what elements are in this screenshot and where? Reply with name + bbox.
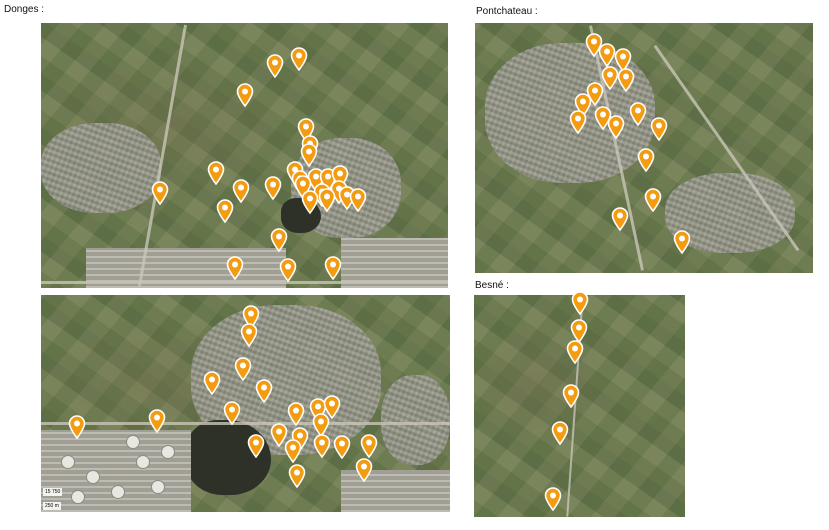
water-body xyxy=(281,198,321,233)
urban-area xyxy=(41,123,161,213)
scale-bar: 250 m xyxy=(43,502,61,510)
storage-tank xyxy=(111,485,125,499)
industrial-area xyxy=(341,470,450,512)
storage-tank xyxy=(151,480,165,494)
map-donges-detail[interactable]: 15 750 250 m xyxy=(41,295,450,512)
storage-tank xyxy=(71,490,85,504)
storage-tank xyxy=(136,455,150,469)
urban-area xyxy=(485,43,655,183)
scale-ratio: 15 750 xyxy=(43,488,63,496)
road xyxy=(41,422,450,425)
road xyxy=(566,295,584,517)
storage-tank xyxy=(161,445,175,459)
urban-area xyxy=(381,375,450,465)
storage-tank xyxy=(61,455,75,469)
urban-area xyxy=(665,173,795,253)
water-body xyxy=(186,420,271,495)
map-besne[interactable] xyxy=(474,295,685,517)
map-donges-overview[interactable] xyxy=(41,23,448,288)
storage-tank xyxy=(126,435,140,449)
map-pontchateau[interactable] xyxy=(475,23,813,273)
storage-tank xyxy=(86,470,100,484)
label-besne: Besné : xyxy=(475,280,509,291)
industrial-area xyxy=(41,430,191,512)
label-pontchateau: Pontchateau : xyxy=(476,6,538,17)
road xyxy=(41,281,448,284)
label-donges: Donges : xyxy=(4,4,45,15)
